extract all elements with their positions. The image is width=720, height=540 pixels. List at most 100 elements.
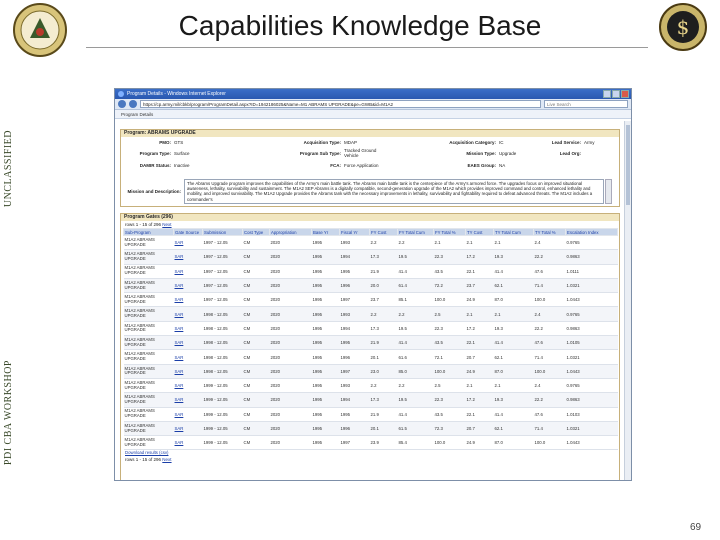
table-cell: 1996 <box>339 349 370 365</box>
table-cell: 1994 <box>339 392 370 408</box>
search-input[interactable]: Live Search <box>544 100 628 108</box>
table-cell: 2020 <box>269 364 312 379</box>
table-cell: 2.4 <box>533 235 566 251</box>
unit-insignia-icon: $ <box>659 3 707 51</box>
mission-description-text[interactable]: The Abrams Upgrade program improves the … <box>184 179 604 204</box>
column-header[interactable]: Fiscal Yr <box>339 228 370 236</box>
table-cell: 19.5 <box>397 249 434 265</box>
table-cell: 87.0 <box>493 292 534 308</box>
table-cell: 41.4 <box>493 264 534 279</box>
table-cell: 87.0 <box>493 435 534 451</box>
table-cell: 1995 <box>311 278 340 294</box>
program-type-value: Surface <box>174 151 190 156</box>
table-cell: 71.4 <box>533 278 566 294</box>
table-cell: 1.0321 <box>565 278 618 294</box>
column-header[interactable]: Cost Type <box>242 228 270 236</box>
table-cell: M1A2 ABRAMS UPGRADE <box>123 249 174 265</box>
gate-source-link[interactable]: SAR <box>173 364 203 379</box>
table-cell: 19.3 <box>493 321 534 337</box>
gate-source-link[interactable]: SAR <box>173 235 203 251</box>
gate-source-link[interactable]: SAR <box>173 349 203 365</box>
column-header[interactable]: FY Total % <box>433 228 466 236</box>
table-cell: 23.7 <box>465 278 494 294</box>
tab-program-details[interactable]: Program Details <box>121 112 153 117</box>
table-cell: 1.0443 <box>565 364 618 379</box>
maximize-button[interactable] <box>612 90 620 98</box>
column-header[interactable]: TY Total % <box>533 228 566 236</box>
gate-source-link[interactable]: SAR <box>173 407 203 422</box>
table-cell: 22.1 <box>465 264 494 279</box>
gate-source-link[interactable]: SAR <box>173 435 203 451</box>
column-header[interactable]: Sub-Program <box>123 228 174 236</box>
minimize-button[interactable] <box>603 90 611 98</box>
gate-source-link[interactable]: SAR <box>173 321 203 337</box>
table-cell: 2.2 <box>369 378 398 394</box>
table-cell: 17.3 <box>369 321 398 337</box>
table-cell: M1A2 ABRAMS UPGRADE <box>123 278 174 294</box>
next-link-bottom[interactable]: Next <box>162 457 171 462</box>
gate-source-link[interactable]: SAR <box>173 421 203 437</box>
column-header[interactable]: Gate Source <box>173 228 203 236</box>
scroll-thumb[interactable] <box>626 125 630 205</box>
table-cell: 72.3 <box>433 421 466 437</box>
table-cell: 22.2 <box>533 321 566 337</box>
table-cell: CM <box>242 364 270 379</box>
table-cell: 1997 - 12.05 <box>202 235 243 251</box>
gate-source-link[interactable]: SAR <box>173 292 203 308</box>
table-row: M1A2 ABRAMS UPGRADE SAR 1997 - 12.05 CM 2020… <box>123 292 618 308</box>
forward-arrow-icon[interactable] <box>129 100 137 108</box>
acq-type-label: Acquisition Type: <box>303 140 341 145</box>
table-cell: 1995 <box>311 378 340 394</box>
column-header[interactable]: FY Total Cum <box>397 228 434 236</box>
gate-source-link[interactable]: SAR <box>173 392 203 408</box>
table-cell: 1997 - 12.05 <box>202 249 243 265</box>
table-cell: 62.1 <box>493 349 534 365</box>
table-cell: 1995 <box>311 349 340 365</box>
close-button[interactable] <box>621 90 629 98</box>
page-scrollbar[interactable] <box>624 121 631 480</box>
next-link[interactable]: Next <box>162 222 171 227</box>
column-header[interactable]: FY Cost <box>369 228 398 236</box>
table-cell: 22.3 <box>433 321 466 337</box>
gate-source-link[interactable]: SAR <box>173 378 203 394</box>
lead-org-label: Lead Org: <box>559 151 581 156</box>
mission-type-label: Mission Type: <box>466 151 496 156</box>
table-cell: 2.5 <box>433 378 466 394</box>
pager-text: rows 1 - 15 of 296 <box>125 222 162 227</box>
gate-source-link[interactable]: SAR <box>173 264 203 279</box>
gate-source-link[interactable]: SAR <box>173 278 203 294</box>
table-cell: 2.1 <box>433 235 466 251</box>
column-header[interactable]: Appropriation <box>269 228 312 236</box>
table-cell: M1A2 ABRAMS UPGRADE <box>123 435 174 451</box>
table-cell: 0.9863 <box>565 249 618 265</box>
table-cell: 1999 - 12.05 <box>202 421 243 437</box>
address-input[interactable]: https://cp.army.mil/cbkb/program/Program… <box>140 100 541 108</box>
table-cell: 1993 <box>339 235 370 251</box>
table-cell: 100.0 <box>433 435 466 451</box>
column-header[interactable]: Submission <box>202 228 243 236</box>
table-cell: 1998 - 12.05 <box>202 321 243 337</box>
table-cell: 1998 - 12.05 <box>202 349 243 365</box>
column-header[interactable]: Escalation Index <box>565 228 618 236</box>
damir-value: Inactive <box>174 163 190 168</box>
table-cell: 1.0321 <box>565 349 618 365</box>
gate-source-link[interactable]: SAR <box>173 306 203 322</box>
column-header[interactable]: TY Cost <box>465 228 494 236</box>
table-cell: 41.4 <box>397 407 434 422</box>
table-cell: 1997 <box>339 364 370 379</box>
table-row: M1A2 ABRAMS UPGRADE SAR 1999 - 12.05 CM 2020… <box>123 435 618 451</box>
column-header[interactable]: TY Total Cum <box>493 228 534 236</box>
gate-source-link[interactable]: SAR <box>173 335 203 351</box>
table-cell: 0.9765 <box>565 306 618 322</box>
back-arrow-icon[interactable] <box>118 100 126 108</box>
table-cell: 1995 <box>311 364 340 379</box>
table-row: M1A2 ABRAMS UPGRADE SAR 1997 - 12.05 CM 2020… <box>123 249 618 265</box>
program-details: PMO: GTS Acquisition Type: MDAP Acquisit… <box>121 137 619 207</box>
pmo-label: PMO: <box>159 140 171 145</box>
column-header[interactable]: Base Yr <box>311 228 340 236</box>
description-scrollbar[interactable] <box>605 179 612 204</box>
table-cell: 1999 - 12.05 <box>202 378 243 394</box>
gate-source-link[interactable]: SAR <box>173 249 203 265</box>
table-cell: 1.0111 <box>565 264 618 279</box>
table-cell: 2020 <box>269 435 312 451</box>
